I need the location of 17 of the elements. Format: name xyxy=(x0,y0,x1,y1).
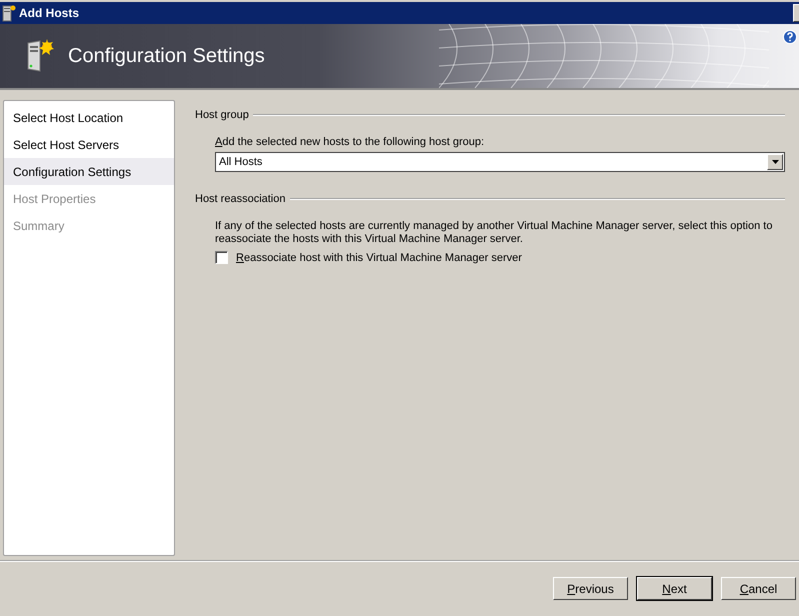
wizard-button[interactable]: Next xyxy=(637,577,712,600)
checkbox[interactable] xyxy=(215,251,228,264)
dropdown-arrow-icon xyxy=(772,160,778,164)
help-icon[interactable] xyxy=(783,30,797,44)
window-title: Add Hosts xyxy=(19,6,79,20)
section-heading: Host reassociation xyxy=(195,193,286,205)
description-text: If any of the selected hosts are currently managed by another Virtual Machine Manager server, select this option to reassociate the hosts with this Virtual Machine Manager server. xyxy=(215,220,774,246)
step-item[interactable]: Select Host Servers xyxy=(4,131,174,158)
wizard-button[interactable]: Previous xyxy=(553,577,628,600)
step-item[interactable]: Select Host Location xyxy=(4,104,174,131)
section-heading: Host group xyxy=(195,109,249,121)
checkbox-label[interactable]: Reassociate host with this Virtual Machine Manager server xyxy=(236,252,522,264)
wizard-button[interactable]: Cancel xyxy=(721,577,796,600)
page-title: Configuration Settings xyxy=(68,44,265,68)
host-group-dropdown[interactable]: All Hosts xyxy=(215,152,785,172)
step-item[interactable]: Configuration Settings xyxy=(4,158,174,185)
field-label: Add the selected new hosts to the following host group: xyxy=(215,136,486,148)
